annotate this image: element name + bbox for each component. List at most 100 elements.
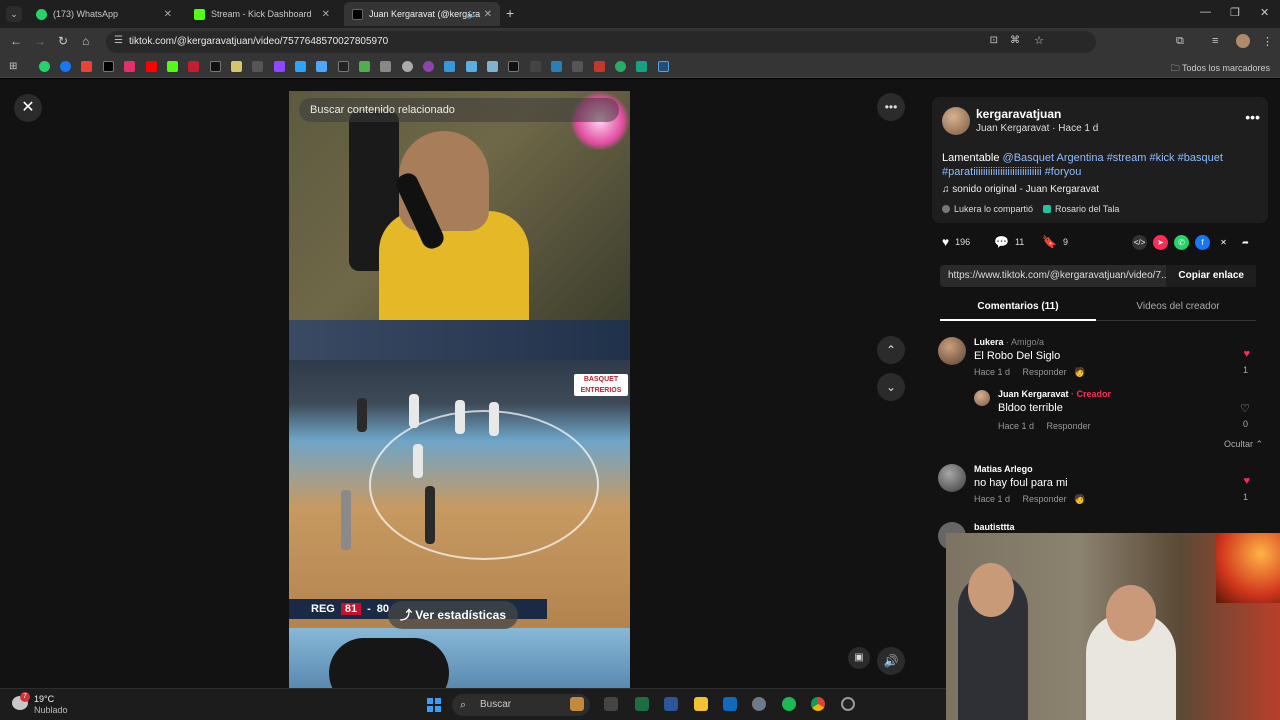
restore-icon[interactable]: ❐	[1230, 6, 1240, 19]
bookmark-icon[interactable]	[295, 61, 306, 72]
spotify-icon[interactable]	[782, 697, 796, 711]
start-button[interactable]	[427, 698, 441, 712]
tab-tiktok[interactable]: Juan Kergaravat (@kergara 🔈 ✕	[344, 2, 500, 26]
close-window-icon[interactable]: ✕	[1260, 6, 1269, 19]
new-tab-button[interactable]: +	[506, 5, 514, 21]
bookmark-icon[interactable]	[551, 61, 562, 72]
task-view-icon[interactable]	[604, 697, 618, 711]
comment-author[interactable]: Lukera · Amigo/a	[974, 337, 1044, 347]
menu-icon[interactable]: ⋮	[1262, 35, 1273, 48]
tab-kick[interactable]: Stream - Kick Dashboard ✕	[186, 2, 338, 26]
bookmark-icon[interactable]	[423, 61, 434, 72]
site-info-icon[interactable]: ☰	[114, 35, 123, 46]
related-search-input[interactable]: Buscar contenido relacionado	[299, 98, 619, 122]
minimize-icon[interactable]: —	[1200, 6, 1211, 18]
bookmark-icon[interactable]	[508, 61, 519, 72]
hashtag-link[interactable]: #foryou	[1045, 166, 1082, 178]
video-link-box[interactable]: https://www.tiktok.com/@kergaravatjuan/v…	[940, 265, 1256, 287]
avatar[interactable]	[938, 464, 966, 492]
bookmark-icon[interactable]	[615, 61, 626, 72]
avatar[interactable]	[974, 390, 990, 406]
store-icon[interactable]	[723, 697, 737, 711]
back-icon[interactable]: ←	[10, 34, 22, 48]
hashtag-link[interactable]: #paratiiiiiiiiiiiiiiiiiiiiiiiiiiii	[942, 166, 1042, 178]
reply-button[interactable]: Responder	[1047, 421, 1091, 431]
whatsapp-share-icon[interactable]: ✆	[1174, 235, 1189, 250]
comment-author[interactable]: bautisttta	[974, 522, 1015, 532]
bookmark-icon[interactable]	[231, 61, 242, 72]
save-button[interactable]: 🔖 9	[1042, 235, 1068, 249]
settings-icon[interactable]	[752, 697, 766, 711]
bookmark-icon[interactable]	[338, 61, 349, 72]
bookmark-gmail-icon[interactable]	[81, 61, 92, 72]
bookmark-icon[interactable]	[530, 61, 541, 72]
excel-icon[interactable]	[635, 697, 649, 711]
close-icon[interactable]: ✕	[484, 9, 492, 20]
close-icon[interactable]: ✕	[164, 9, 172, 20]
embed-icon[interactable]: </>	[1132, 235, 1147, 250]
facebook-share-icon[interactable]: f	[1195, 235, 1210, 250]
all-bookmarks-folder[interactable]: 🗀 Todos los marcadores	[1171, 61, 1270, 77]
file-explorer-icon[interactable]	[694, 697, 708, 711]
tab-whatsapp[interactable]: (173) WhatsApp ✕	[28, 2, 180, 26]
creator-username[interactable]: kergaravatjuan	[976, 107, 1061, 121]
bookmark-kick-icon[interactable]	[167, 61, 178, 72]
taskbar-app-icon[interactable]	[570, 697, 584, 711]
pip-button[interactable]: ▣	[848, 647, 870, 669]
bookmark-icon[interactable]	[466, 61, 477, 72]
sound-link[interactable]: ♫ sonido original - Juan Kergaravat	[942, 184, 1099, 195]
bookmark-icon[interactable]	[594, 61, 605, 72]
home-icon[interactable]: ⌂	[82, 34, 89, 48]
word-icon[interactable]	[664, 697, 678, 711]
bookmark-twitch-icon[interactable]	[274, 61, 285, 72]
bookmark-star-icon[interactable]: ☆	[1034, 34, 1044, 47]
speaker-icon[interactable]: 🔈	[467, 9, 478, 20]
like-button[interactable]: ♥ 196	[942, 235, 970, 249]
bookmark-tiktok-icon[interactable]	[210, 61, 221, 72]
extensions-icon[interactable]: ⧉	[1176, 35, 1184, 48]
profile-avatar[interactable]	[1236, 34, 1250, 48]
comment-button[interactable]: 💬 11	[994, 235, 1024, 249]
bookmark-youtube-icon[interactable]	[146, 61, 157, 72]
comment-author[interactable]: Juan Kergaravat · Creador	[998, 389, 1111, 399]
share-friends-icon[interactable]: ➤	[1153, 235, 1168, 250]
bookmark-icon[interactable]	[402, 61, 413, 72]
reload-icon[interactable]: ↻	[58, 34, 68, 48]
creator-avatar[interactable]	[942, 107, 970, 135]
bookmark-icon[interactable]	[636, 61, 647, 72]
view-stats-button[interactable]: ⤴ Ver estadísticas	[388, 601, 518, 629]
tab-creator-videos[interactable]: Videos del creador	[1100, 301, 1256, 312]
tab-search-button[interactable]: ⌄	[6, 6, 22, 22]
bookmark-icon[interactable]	[444, 61, 455, 72]
reply-button[interactable]: Responder	[1023, 367, 1067, 377]
location[interactable]: Rosario del Tala	[1043, 204, 1119, 214]
hashtag-link[interactable]: #stream	[1107, 152, 1147, 164]
hashtag-link[interactable]: #kick	[1150, 152, 1175, 164]
mention-link[interactable]: @Basquet Argentina	[1003, 152, 1104, 164]
install-icon[interactable]: ⊡	[990, 35, 998, 46]
comment-author[interactable]: Matias Arlego	[974, 464, 1033, 474]
bookmark-x-icon[interactable]	[103, 61, 114, 72]
avatar[interactable]	[938, 337, 966, 365]
hashtag-link[interactable]: #basquet	[1178, 152, 1223, 164]
forward-icon[interactable]: →	[34, 34, 46, 48]
post-more-icon[interactable]: •••	[1245, 109, 1260, 125]
chrome-icon[interactable]	[811, 697, 825, 711]
share-arrow-icon[interactable]: ➦	[1238, 235, 1253, 250]
tab-comments[interactable]: Comentarios (11)	[940, 301, 1096, 312]
bookmark-icon[interactable]	[188, 61, 199, 72]
hide-replies-button[interactable]: Ocultar ⌃	[1224, 439, 1263, 450]
video-player[interactable]: BASQUET ENTRERIOS REG 81 - 80 Buscar con…	[289, 91, 630, 688]
close-video-button[interactable]: ✕	[14, 94, 42, 122]
next-video-button[interactable]: ⌄	[877, 373, 905, 401]
reply-button[interactable]: Responder	[1023, 494, 1067, 504]
x-share-icon[interactable]: ✕	[1216, 235, 1231, 250]
bookmark-icon[interactable]	[572, 61, 583, 72]
bookmark-icon[interactable]	[316, 61, 327, 72]
more-options-button[interactable]: •••	[877, 93, 905, 121]
comment-like-icon[interactable]: ♥	[1243, 475, 1250, 487]
copy-link-button[interactable]: Copiar enlace	[1166, 265, 1256, 287]
translate-icon[interactable]: ⌘	[1010, 35, 1020, 46]
bookmark-icon[interactable]	[252, 61, 263, 72]
comment-like-icon[interactable]: ♡	[1240, 402, 1250, 415]
